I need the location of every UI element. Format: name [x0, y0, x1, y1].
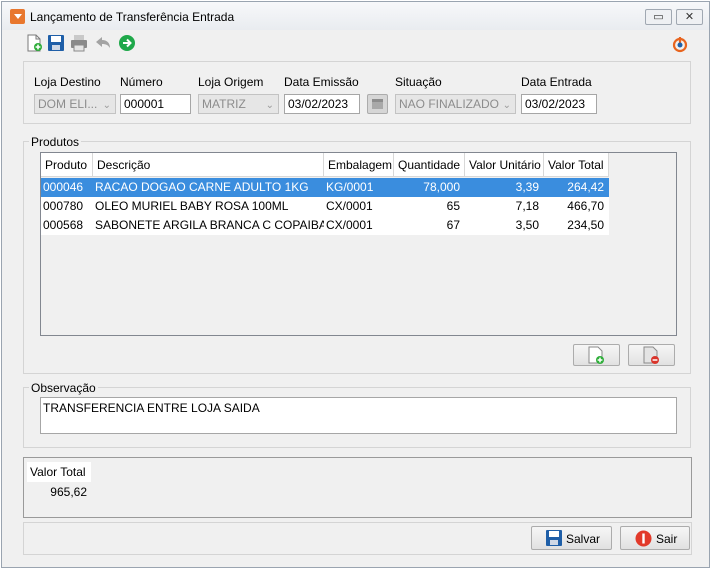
totais-panel	[23, 457, 692, 518]
cell-valor-unitario: 3,50	[465, 216, 544, 235]
loja-origem-label: Loja Origem	[198, 75, 264, 89]
cell-produto: 000046	[41, 178, 93, 197]
cell-descricao: RACAO DOGAO CARNE ADULTO 1KG	[93, 178, 324, 197]
data-emissao-value: 03/02/2023	[288, 97, 349, 111]
calendar-button[interactable]	[367, 94, 388, 114]
data-emissao-label: Data Emissão	[284, 75, 359, 89]
close-icon: ✕	[684, 11, 695, 23]
numero-field[interactable]: 000001	[120, 94, 191, 114]
undo-icon[interactable]	[94, 34, 112, 52]
add-item-button[interactable]	[573, 344, 620, 366]
cell-embalagem: KG/0001	[324, 178, 394, 197]
cell-embalagem: CX/0001	[324, 197, 394, 216]
exit-icon	[635, 530, 652, 547]
print-icon[interactable]	[70, 34, 88, 52]
loja-origem-value: MATRIZ	[202, 97, 246, 111]
column-header-produto[interactable]: Produto	[41, 153, 93, 177]
cell-valor-total: 466,70	[544, 197, 609, 216]
cell-embalagem: CX/0001	[324, 216, 394, 235]
observacao-textarea[interactable]: TRANSFERENCIA ENTRE LOJA SAIDA	[40, 397, 677, 434]
cell-descricao: SABONETE ARGILA BRANCA C COPAIBA 80G	[93, 216, 324, 235]
remove-item-button[interactable]	[628, 344, 675, 366]
observacao-text: TRANSFERENCIA ENTRE LOJA SAIDA	[43, 401, 260, 415]
observacao-title: Observação	[29, 381, 98, 395]
column-header-valor-unitario[interactable]: Valor Unitário	[465, 153, 544, 177]
produtos-grid[interactable]: Produto Descrição Embalagem Quantidade V…	[40, 152, 677, 336]
chevron-down-icon: ⌄	[102, 100, 111, 111]
table-row[interactable]: 000780 OLEO MURIEL BABY ROSA 100ML CX/00…	[41, 197, 609, 216]
column-header-valor-total[interactable]: Valor Total	[544, 153, 609, 177]
numero-value: 000001	[124, 97, 165, 111]
exit-button-label: Sair	[656, 532, 678, 546]
header-panel	[23, 61, 691, 124]
column-header-descricao[interactable]: Descrição	[93, 153, 324, 177]
window-title: Lançamento de Transferência Entrada	[30, 10, 235, 24]
calendar-icon	[372, 99, 383, 109]
save-icon	[546, 530, 562, 546]
situacao-label: Situação	[395, 75, 442, 89]
situacao-select[interactable]: NAO FINALIZADO ⌄	[395, 94, 516, 114]
cell-quantidade: 78,000	[394, 178, 465, 197]
chevron-down-icon: ⌄	[502, 100, 511, 111]
forward-icon[interactable]	[118, 34, 136, 52]
loja-destino-select[interactable]: DOM ELI... ⌄	[34, 94, 116, 114]
valor-total-value: 965,62	[27, 483, 91, 502]
restore-button[interactable]: ▭	[645, 9, 672, 25]
cell-produto: 000780	[41, 197, 93, 216]
cell-descricao: OLEO MURIEL BABY ROSA 100ML	[93, 197, 324, 216]
column-header-quantidade[interactable]: Quantidade	[394, 153, 465, 177]
chevron-down-icon: ⌄	[265, 100, 274, 111]
exit-button[interactable]: Sair	[620, 526, 690, 550]
situacao-value: NAO FINALIZADO	[399, 97, 500, 111]
data-entrada-field[interactable]: 03/02/2023	[521, 94, 597, 114]
add-document-icon	[588, 346, 604, 364]
produtos-title: Produtos	[29, 135, 82, 149]
save-icon[interactable]	[47, 34, 65, 52]
power-icon[interactable]	[671, 35, 689, 53]
table-row[interactable]: 000568 SABONETE ARGILA BRANCA C COPAIBA …	[41, 216, 609, 235]
save-button[interactable]: Salvar	[531, 526, 612, 550]
cell-valor-unitario: 3,39	[465, 178, 544, 197]
loja-destino-label: Loja Destino	[34, 75, 101, 89]
column-header-embalagem[interactable]: Embalagem	[324, 153, 394, 177]
cell-produto: 000568	[41, 216, 93, 235]
valor-total-label: Valor Total	[27, 462, 91, 482]
save-button-label: Salvar	[566, 532, 601, 546]
window: Lançamento de Transferência Entrada ▭ ✕	[1, 1, 710, 568]
cell-quantidade: 67	[394, 216, 465, 235]
cell-valor-total: 234,50	[544, 216, 609, 235]
remove-document-icon	[643, 346, 659, 364]
loja-origem-select[interactable]: MATRIZ ⌄	[198, 94, 279, 114]
numero-label: Número	[120, 75, 163, 89]
cell-quantidade: 65	[394, 197, 465, 216]
data-entrada-label: Data Entrada	[521, 75, 592, 89]
cell-valor-total: 264,42	[544, 178, 609, 197]
cell-valor-unitario: 7,18	[465, 197, 544, 216]
data-entrada-value: 03/02/2023	[525, 97, 586, 111]
data-emissao-field[interactable]: 03/02/2023	[284, 94, 360, 114]
app-icon	[10, 9, 25, 24]
table-row[interactable]: 000046 RACAO DOGAO CARNE ADULTO 1KG KG/0…	[41, 178, 609, 197]
new-document-icon[interactable]	[25, 34, 43, 52]
close-button[interactable]: ✕	[676, 9, 703, 25]
title-bar: Lançamento de Transferência Entrada ▭ ✕	[2, 2, 709, 30]
loja-destino-value: DOM ELI...	[38, 97, 98, 111]
restore-icon: ▭	[653, 11, 664, 23]
